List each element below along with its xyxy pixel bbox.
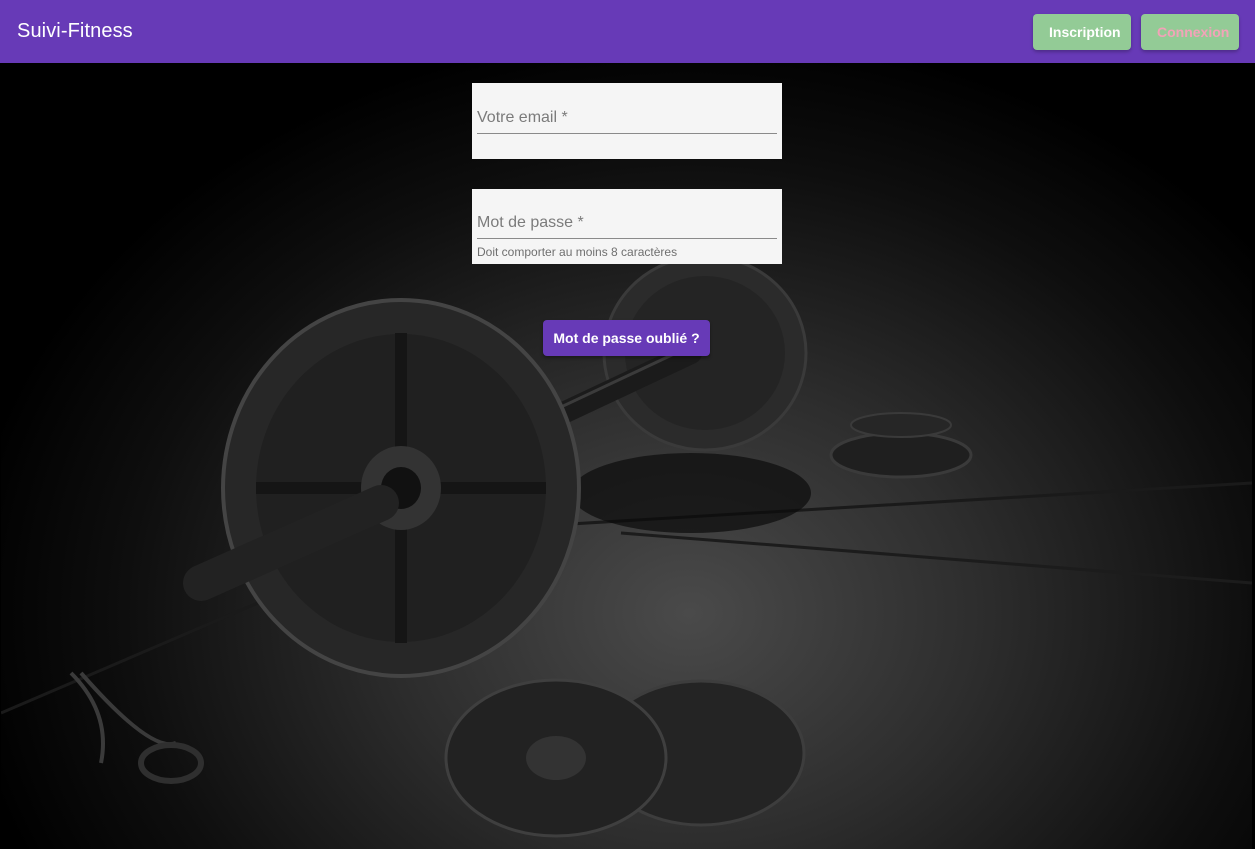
password-hint: Doit comporter au moins 8 caractères	[477, 245, 678, 259]
email-input[interactable]	[477, 109, 777, 134]
barbell-illustration	[1, 254, 1252, 838]
email-field-container	[472, 83, 782, 159]
top-app-bar: Suivi-Fitness Inscription Connexion	[0, 0, 1255, 63]
password-field-container: Doit comporter au moins 8 caractères	[472, 189, 782, 264]
connexion-button[interactable]: Connexion	[1141, 13, 1239, 50]
header-nav: Inscription Connexion	[1033, 13, 1239, 50]
app-title: Suivi-Fitness	[17, 20, 133, 42]
inscription-button[interactable]: Inscription	[1033, 13, 1131, 50]
forgot-password-button[interactable]: Mot de passe oublié ?	[543, 320, 710, 356]
gym-background	[1, 63, 1252, 849]
password-input[interactable]	[477, 213, 777, 239]
